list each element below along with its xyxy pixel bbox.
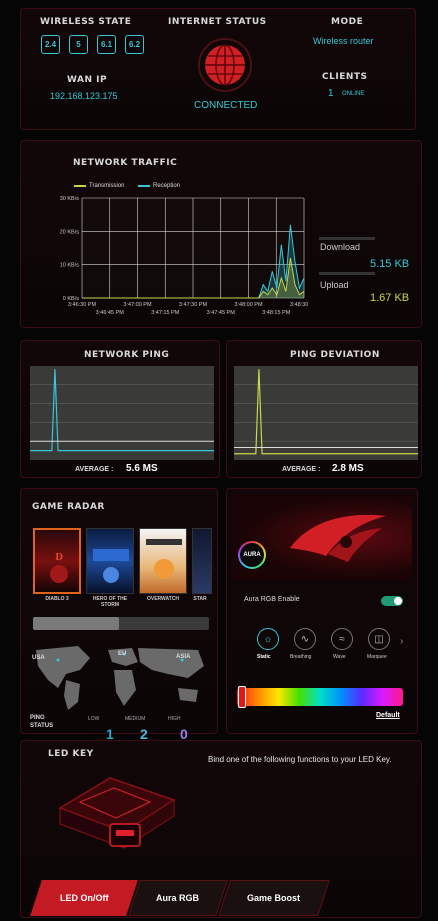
x-tick-label: 3:48:15 PM bbox=[262, 310, 291, 316]
band-6-2-icon[interactable]: 6.2 bbox=[125, 35, 144, 54]
clients-label: CLIENTS bbox=[322, 72, 368, 82]
scrollbar-thumb[interactable] bbox=[33, 617, 119, 630]
game-card-diablo[interactable]: D bbox=[33, 528, 81, 594]
x-tick-label: 3:47:00 PM bbox=[123, 302, 152, 308]
band-5-icon[interactable]: 5 bbox=[69, 35, 88, 54]
ping-deviation-chart bbox=[234, 366, 418, 460]
legend-transmission-label: Transmission bbox=[89, 183, 125, 189]
upload-label: Upload bbox=[320, 280, 349, 290]
y-tick-label: 20 KB/s bbox=[60, 229, 80, 235]
wireless-state-label: WIRELESS STATE bbox=[40, 17, 132, 27]
y-tick-label: 10 KB/s bbox=[60, 263, 80, 269]
upload-bar bbox=[319, 272, 375, 275]
game-radar-title: GAME RADAR bbox=[32, 502, 105, 512]
game-list-scrollbar[interactable] bbox=[33, 617, 209, 630]
download-bar bbox=[319, 237, 375, 240]
aura-rgb-button[interactable]: Aura RGB bbox=[128, 880, 228, 916]
color-slider-handle[interactable] bbox=[238, 686, 246, 708]
led-key-description: Bind one of the following functions to y… bbox=[208, 755, 392, 764]
rog-logo-icon bbox=[282, 508, 392, 569]
x-tick-label: 3:48:30 PM bbox=[290, 302, 310, 308]
game-name-heroes: HERO OF THE STORM bbox=[92, 596, 128, 608]
legend-reception: Reception bbox=[138, 183, 180, 189]
aura-logo-icon: AURA bbox=[238, 541, 266, 569]
router-illustration bbox=[50, 768, 180, 869]
map-label-usa: USA bbox=[32, 655, 45, 661]
diablo-logo-text: D bbox=[55, 553, 63, 563]
ping-average-value: 5.6 MS bbox=[126, 463, 158, 474]
chevron-right-icon[interactable]: › bbox=[400, 636, 403, 647]
x-tick-label: 3:46:30 PM bbox=[68, 302, 97, 308]
ping-status-label: PING STATUS bbox=[30, 715, 54, 729]
mode-value: Wireless router bbox=[313, 36, 374, 46]
level-high-label: HIGH bbox=[168, 716, 181, 722]
x-tick-label: 3:47:30 PM bbox=[179, 302, 208, 308]
band-2-4-icon[interactable]: 2.4 bbox=[41, 35, 60, 54]
clients-count[interactable]: 1 bbox=[328, 88, 334, 99]
globe-icon[interactable] bbox=[198, 38, 252, 92]
network-traffic-title: NETWORK TRAFFIC bbox=[73, 158, 178, 168]
deviation-average-label: AVERAGE : bbox=[282, 466, 321, 473]
y-tick-label: 30 KB/s bbox=[60, 196, 80, 202]
wan-ip-value: 192.168.123.175 bbox=[50, 91, 118, 101]
game-boost-button-label: Game Boost bbox=[247, 893, 301, 903]
mode-label: MODE bbox=[331, 17, 364, 27]
x-tick-label: 3:47:15 PM bbox=[151, 310, 180, 316]
legend-reception-label: Reception bbox=[153, 183, 181, 189]
game-name-overwatch: OVERWATCH bbox=[146, 596, 180, 602]
ping-deviation-title: PING DEVIATION bbox=[290, 350, 380, 360]
mode-static-label[interactable]: Static bbox=[257, 654, 271, 660]
game-boost-button[interactable]: Game Boost bbox=[218, 880, 330, 916]
aura-enable-label: Aura RGB Enable bbox=[244, 596, 300, 603]
game-card-starcraft[interactable] bbox=[192, 528, 212, 594]
game-name-starcraft: STAR bbox=[193, 596, 207, 602]
game-card-heroes[interactable] bbox=[86, 528, 134, 594]
led-onoff-label: LED On/Off bbox=[59, 893, 109, 903]
mode-wave-label[interactable]: Wave bbox=[333, 654, 346, 660]
aura-logo-text: AURA bbox=[243, 552, 261, 558]
led-onoff-button[interactable]: LED On/Off bbox=[30, 880, 138, 916]
x-tick-label: 3:48:00 PM bbox=[234, 302, 263, 308]
x-tick-label: 3:47:45 PM bbox=[207, 310, 236, 316]
aura-rgb-button-label: Aura RGB bbox=[156, 893, 200, 903]
connection-status: CONNECTED bbox=[194, 100, 258, 111]
upload-value: 1.67 KB bbox=[370, 292, 410, 304]
map-label-eu: EU bbox=[118, 651, 127, 657]
legend-reception-swatch bbox=[138, 185, 150, 187]
network-ping-title: NETWORK PING bbox=[84, 350, 170, 360]
wave-mode-icon[interactable]: ≈ bbox=[331, 628, 353, 650]
clients-suffix: ONLINE bbox=[342, 91, 365, 97]
aura-enable-toggle[interactable] bbox=[381, 596, 403, 606]
led-key-title: LED KEY bbox=[48, 749, 94, 759]
download-value: 5.15 KB bbox=[370, 258, 410, 270]
ping-average-label: AVERAGE : bbox=[75, 466, 114, 473]
game-name-diablo: DIABLO 3 bbox=[45, 596, 69, 602]
network-ping-chart bbox=[30, 366, 214, 460]
level-low-label: LOW bbox=[88, 716, 100, 722]
toggle-knob bbox=[394, 597, 402, 605]
x-tick-label: 3:46:45 PM bbox=[96, 310, 125, 316]
mode-marquee-label[interactable]: Marquee bbox=[367, 654, 387, 660]
mode-breathing-label[interactable]: Breathing bbox=[290, 654, 311, 660]
marquee-mode-icon[interactable]: ◫ bbox=[368, 628, 390, 650]
default-link[interactable]: Default bbox=[376, 712, 400, 719]
deviation-average-value: 2.8 MS bbox=[332, 463, 364, 474]
band-6-1-icon[interactable]: 6.1 bbox=[97, 35, 116, 54]
map-label-asia: ASIA bbox=[176, 654, 191, 660]
level-medium-label: MEDIUM bbox=[125, 716, 146, 722]
legend-transmission-swatch bbox=[74, 185, 86, 187]
legend-transmission: Transmission bbox=[74, 183, 124, 189]
breathing-mode-icon[interactable]: ∿ bbox=[294, 628, 316, 650]
internet-status-label: INTERNET STATUS bbox=[168, 17, 267, 27]
download-label: Download bbox=[320, 242, 361, 252]
game-card-overwatch[interactable] bbox=[139, 528, 187, 594]
color-spectrum-slider[interactable] bbox=[237, 688, 403, 706]
wan-ip-label: WAN IP bbox=[67, 75, 108, 85]
network-traffic-chart: 0 KB/s10 KB/s20 KB/s30 KB/s3:46:30 PM 3:4… bbox=[60, 196, 310, 316]
static-mode-icon[interactable]: ☼ bbox=[257, 628, 279, 650]
